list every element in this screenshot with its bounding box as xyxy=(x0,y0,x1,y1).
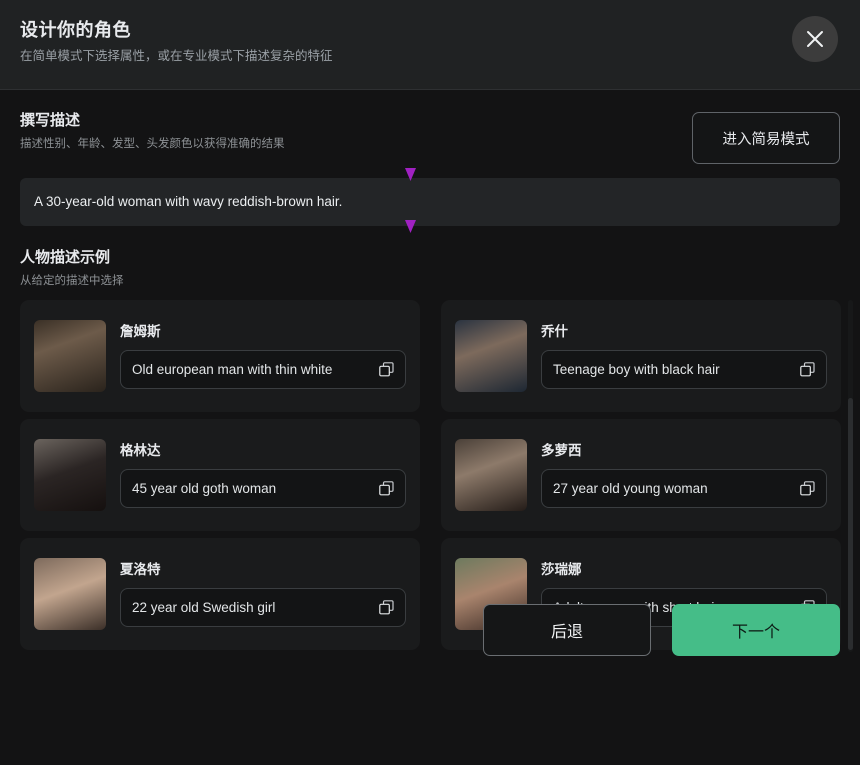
example-card-name: 夏洛特 xyxy=(120,562,161,577)
example-description-field[interactable]: Teenage boy with black hair xyxy=(541,350,827,389)
compose-heading-group: 撰写描述 描述性别、年龄、发型、头发颜色以获得准确的结果 xyxy=(20,110,285,152)
dialog-header: 设计你的角色 在简单模式下选择属性，或在专业模式下描述复杂的特征 xyxy=(0,0,860,90)
copy-icon[interactable] xyxy=(800,362,815,377)
avatar xyxy=(455,439,527,511)
example-card[interactable]: 多萝西 27 year old young woman xyxy=(441,419,841,531)
copy-icon[interactable] xyxy=(379,362,394,377)
example-description-text: Old european man with thin white xyxy=(132,362,333,377)
example-card-name: 格林达 xyxy=(120,443,161,458)
examples-title: 人物描述示例 xyxy=(20,249,111,266)
dialog-body: 撰写描述 描述性别、年龄、发型、头发颜色以获得准确的结果 进入简易模式 A 30… xyxy=(0,90,860,675)
example-card-content: 多萝西 27 year old young woman xyxy=(541,442,827,508)
example-description-field[interactable]: 27 year old young woman xyxy=(541,469,827,508)
prompt-input[interactable]: A 30-year-old woman with wavy reddish-br… xyxy=(20,178,840,226)
enter-simple-mode-button[interactable]: 进入简易模式 xyxy=(692,112,840,164)
example-card-name: 乔什 xyxy=(541,324,568,339)
copy-icon[interactable] xyxy=(379,481,394,496)
example-description-text: Teenage boy with black hair xyxy=(553,362,720,377)
close-button[interactable] xyxy=(792,16,838,62)
copy-icon[interactable] xyxy=(800,481,815,496)
example-description-text: 27 year old young woman xyxy=(553,481,708,496)
avatar xyxy=(34,320,106,392)
example-card-content: 乔什 Teenage boy with black hair xyxy=(541,323,827,389)
close-icon xyxy=(807,31,823,47)
avatar xyxy=(34,439,106,511)
next-button[interactable]: 下一个 xyxy=(672,604,840,656)
examples-subtitle: 从给定的描述中选择 xyxy=(20,275,124,287)
avatar xyxy=(455,320,527,392)
compose-subtitle: 描述性别、年龄、发型、头发颜色以获得准确的结果 xyxy=(20,138,285,150)
prompt-field-wrapper: A 30-year-old woman with wavy reddish-br… xyxy=(20,168,840,233)
example-card-content: 格林达 45 year old goth woman xyxy=(120,442,406,508)
example-card[interactable]: 詹姆斯 Old european man with thin white xyxy=(20,300,420,412)
example-description-field[interactable]: Old european man with thin white xyxy=(120,350,406,389)
examples-section-header: 人物描述示例 从给定的描述中选择 xyxy=(20,246,840,288)
example-card-name: 莎瑞娜 xyxy=(541,562,582,577)
dialog-footer: 后退 下一个 xyxy=(0,585,860,675)
page-subtitle: 在简单模式下选择属性，或在专业模式下描述复杂的特征 xyxy=(20,49,333,63)
compose-title: 撰写描述 xyxy=(20,112,81,129)
example-card-name: 詹姆斯 xyxy=(120,324,161,339)
example-card[interactable]: 格林达 45 year old goth woman xyxy=(20,419,420,531)
compose-section-header: 撰写描述 描述性别、年龄、发型、头发颜色以获得准确的结果 进入简易模式 xyxy=(20,110,840,164)
example-description-field[interactable]: 45 year old goth woman xyxy=(120,469,406,508)
example-card[interactable]: 乔什 Teenage boy with black hair xyxy=(441,300,841,412)
back-button[interactable]: 后退 xyxy=(483,604,651,656)
example-description-text: 45 year old goth woman xyxy=(132,481,277,496)
page-title: 设计你的角色 xyxy=(20,20,131,40)
example-card-name: 多萝西 xyxy=(541,443,582,458)
example-card-content: 詹姆斯 Old european man with thin white xyxy=(120,323,406,389)
